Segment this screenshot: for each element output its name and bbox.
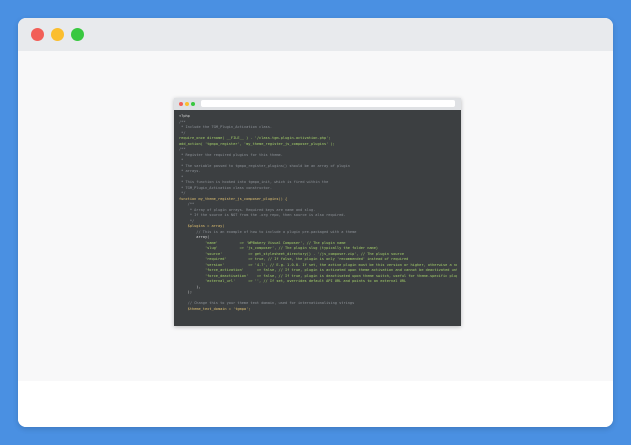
page-content: <?php/** * Include the TGM_Plugin_Activa… bbox=[18, 51, 613, 381]
minimize-window-button[interactable] bbox=[51, 28, 64, 41]
code-screenshot: <?php/** * Include the TGM_Plugin_Activa… bbox=[174, 98, 461, 326]
window-footer bbox=[18, 381, 613, 427]
inner-address-bar bbox=[201, 100, 455, 107]
maximize-window-button[interactable] bbox=[71, 28, 84, 41]
inner-minimize-dot bbox=[185, 102, 189, 106]
inner-title-bar bbox=[174, 98, 461, 110]
inner-close-dot bbox=[179, 102, 183, 106]
title-bar bbox=[18, 18, 613, 51]
code-line: $theme_text_domain = 'tgmpa'; bbox=[179, 306, 251, 311]
code-block: <?php/** * Include the TGM_Plugin_Activa… bbox=[179, 114, 457, 324]
browser-window: <?php/** * Include the TGM_Plugin_Activa… bbox=[18, 18, 613, 427]
code-line: 'force_activation' => false, // If true,… bbox=[204, 268, 457, 272]
inner-maximize-dot bbox=[191, 102, 195, 106]
close-window-button[interactable] bbox=[31, 28, 44, 41]
